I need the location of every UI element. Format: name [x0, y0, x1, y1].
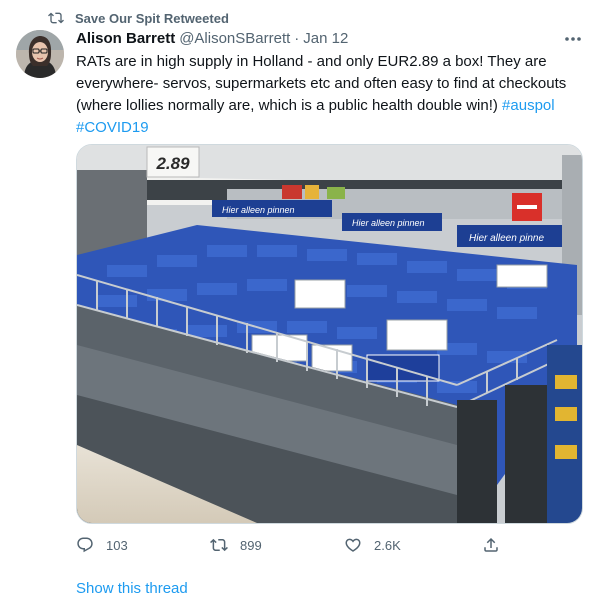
tweet-header: Alison Barrett @AlisonSBarrett · Jan 12 [76, 30, 348, 47]
action-bar: 103 899 2.6K [76, 533, 498, 557]
shelf-label-2: Hier alleen pinnen [352, 218, 425, 228]
price-tag: 2.89 [155, 154, 190, 173]
retweet-icon [48, 12, 64, 24]
reply-count: 103 [106, 537, 128, 553]
like-icon [345, 538, 361, 552]
more-icon [565, 37, 581, 41]
shelf-label-1: Hier alleen pinnen [222, 205, 295, 215]
hashtag-covid19[interactable]: #COVID19 [76, 119, 149, 136]
author-handle[interactable]: @AlisonSBarrett [179, 30, 290, 47]
tweet[interactable]: Save Our Spit Retweeted Alison Barrett @… [0, 0, 598, 614]
share-button[interactable] [482, 533, 512, 557]
reply-icon [77, 537, 93, 553]
shelf-label-3: Hier alleen pinne [469, 233, 544, 244]
show-thread-link[interactable]: Show this thread [76, 580, 188, 597]
author-name[interactable]: Alison Barrett [76, 30, 175, 47]
hashtag-auspol[interactable]: #auspol [502, 97, 555, 114]
separator-dot: · [294, 30, 300, 47]
more-button[interactable] [562, 31, 584, 47]
tweet-photo[interactable]: 2.89 Hier alleen pinnen Hier alleen pinn… [76, 144, 583, 524]
tweet-date[interactable]: Jan 12 [303, 30, 348, 47]
share-icon [484, 537, 498, 552]
avatar[interactable] [16, 30, 64, 78]
like-count: 2.6K [374, 537, 401, 553]
retweet-count: 899 [240, 537, 262, 553]
like-button[interactable]: 2.6K [344, 533, 401, 557]
supermarket-shelf-photo: 2.89 Hier alleen pinnen Hier alleen pinn… [77, 145, 582, 523]
reply-button[interactable]: 103 [76, 533, 128, 557]
retweet-button[interactable]: 899 [210, 533, 262, 557]
tweet-text: RATs are in high supply in Holland - and… [76, 51, 586, 139]
avatar-image [16, 30, 64, 78]
retweet-icon [210, 538, 228, 552]
retweet-label: Save Our Spit Retweeted [75, 10, 229, 26]
social-context[interactable]: Save Our Spit Retweeted [47, 9, 229, 27]
tweet-text-body: RATs are in high supply in Holland - and… [76, 53, 567, 114]
